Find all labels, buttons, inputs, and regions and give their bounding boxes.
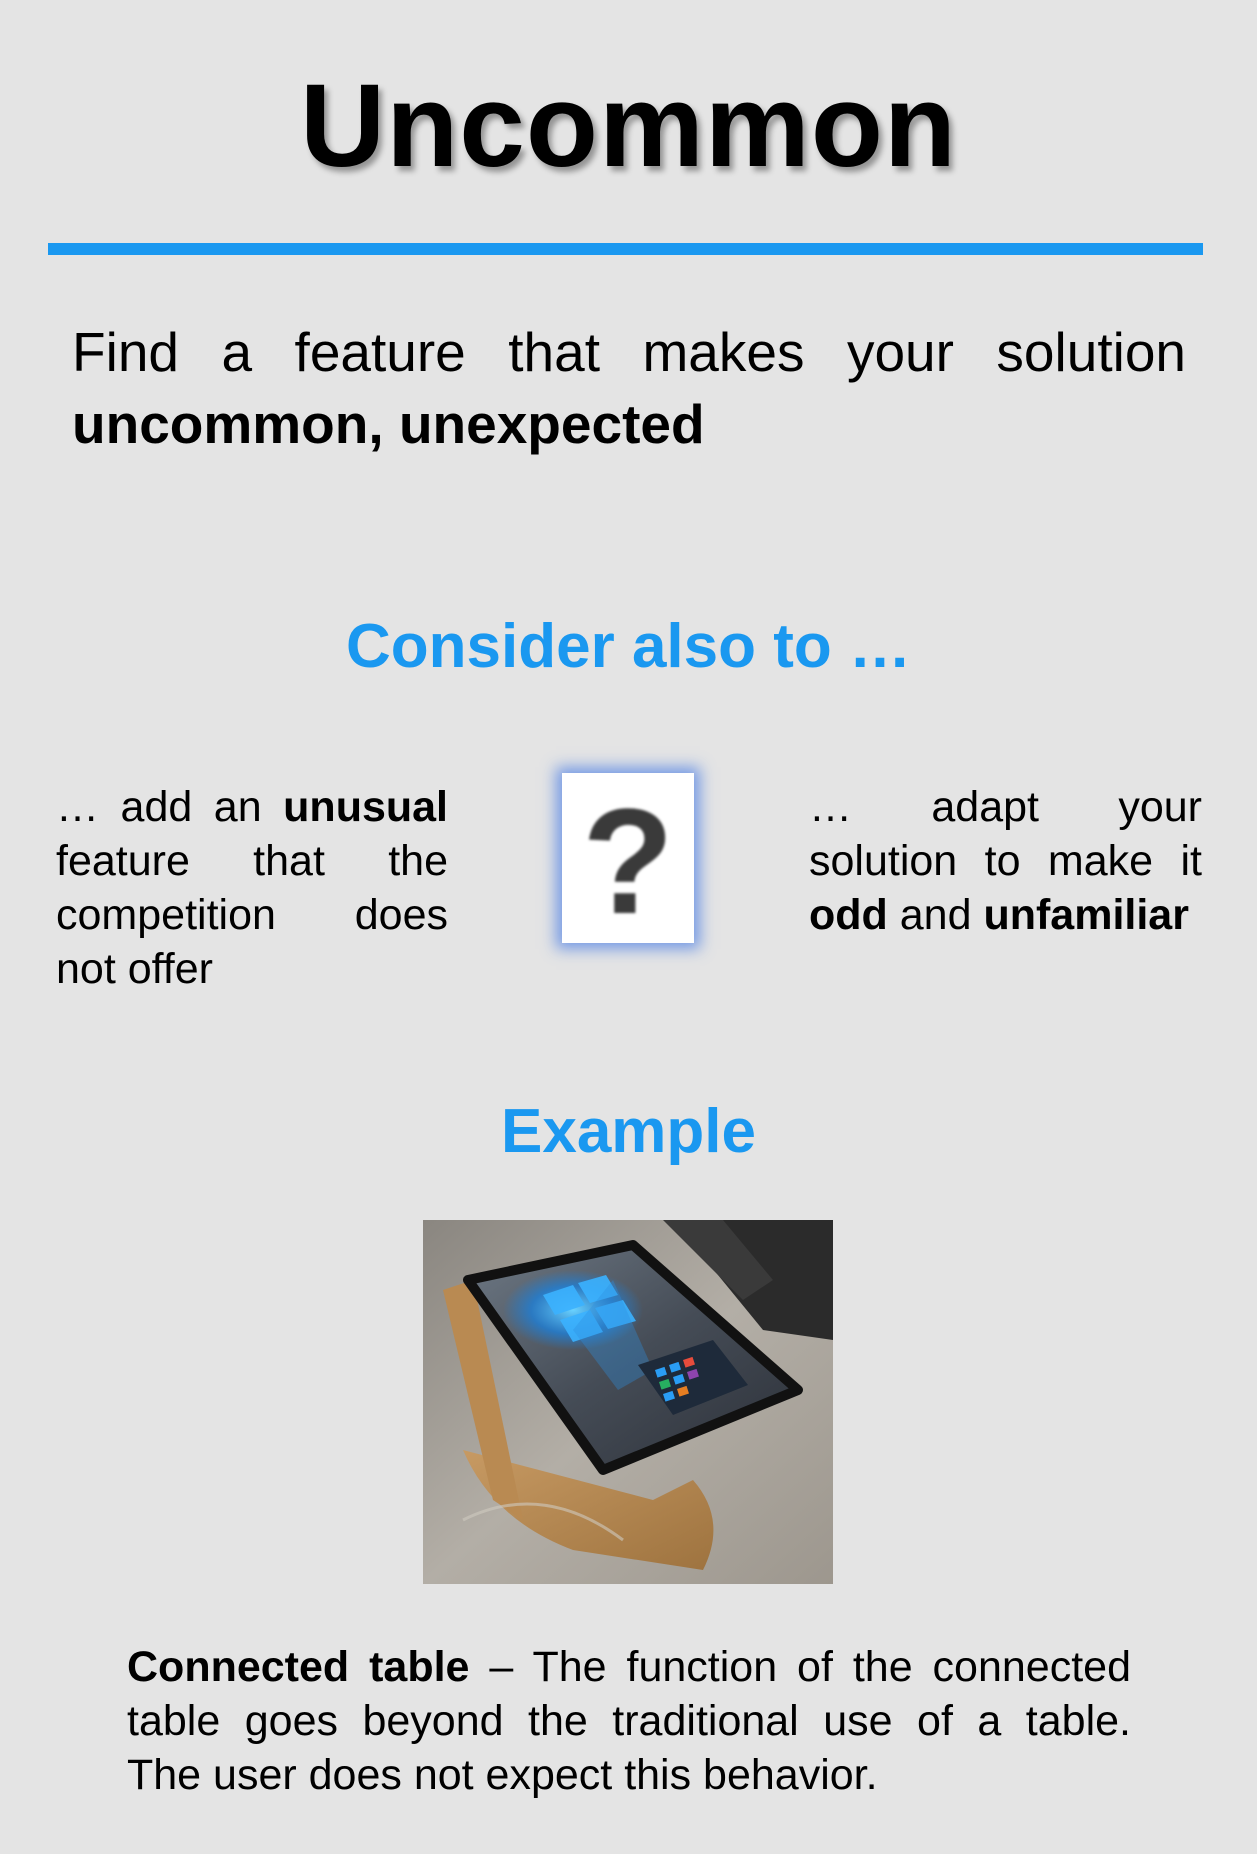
- consider-heading: Consider also to …: [346, 612, 911, 681]
- caption-line-3: The user does not expect this behavior.: [127, 1751, 878, 1799]
- intro-line-2: uncommon, unexpected: [72, 393, 705, 455]
- consider-right-bold-1: odd: [809, 891, 888, 939]
- consider-right-pre: … adapt your solution to make it: [809, 783, 1202, 885]
- intro-line-1: Find a feature that makes your solution: [72, 321, 1186, 383]
- caption-line-2: table goes beyond the traditional use of…: [127, 1697, 1131, 1745]
- title-divider: [48, 243, 1203, 255]
- consider-left-post: feature that the competition does not of…: [56, 837, 448, 993]
- consider-left-bold: unusual: [283, 783, 448, 831]
- question-mark-glyph: ?: [582, 777, 674, 945]
- page-title: Uncommon: [300, 60, 957, 192]
- connected-table-photo: [423, 1220, 833, 1584]
- example-caption: Connected table – The function of the co…: [127, 1640, 1131, 1802]
- caption-bold: Connected table: [127, 1643, 470, 1691]
- intro-text: Find a feature that makes your solution …: [72, 316, 1186, 460]
- consider-right-text: … adapt your solution to make it odd and…: [809, 780, 1202, 942]
- question-mark-icon: ?: [562, 773, 694, 943]
- consider-right-bold-2: unfamiliar: [983, 891, 1189, 939]
- consider-left-text: … add an unusual feature that the compet…: [56, 780, 448, 996]
- caption-line-1: Connected table – The function of the co…: [127, 1640, 1131, 1694]
- consider-right-mid: and: [887, 891, 984, 939]
- example-heading: Example: [500, 1097, 757, 1166]
- caption-line-1-rest: – The function of the connected: [469, 1643, 1131, 1691]
- consider-left-pre: … add an: [56, 783, 284, 831]
